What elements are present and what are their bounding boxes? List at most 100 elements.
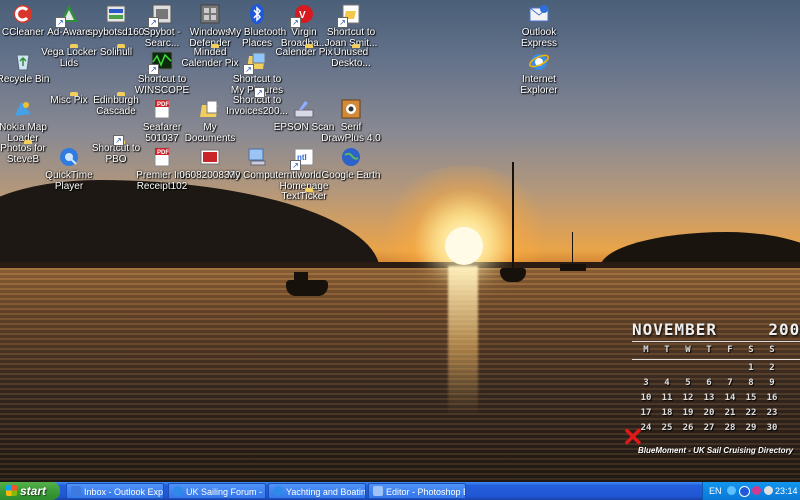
bluetooth-icon: [246, 3, 268, 25]
outlook-express-icon: [528, 3, 550, 25]
system-tray: EN 23:14: [702, 482, 800, 500]
calendar-day: [699, 362, 719, 375]
windows-defender-icon: [199, 3, 221, 25]
start-label: start: [20, 484, 47, 498]
winscope-icon: [148, 50, 173, 75]
ad-aware-icon: [55, 3, 80, 28]
calendar-day: [720, 362, 740, 375]
calendar-day: 5: [685, 378, 691, 388]
calendar-day: 30: [766, 423, 778, 433]
svg-text:ntl: ntl: [297, 153, 307, 162]
calendar-day: [657, 362, 677, 375]
calendar-days: 1 2 3 4 5 6 7 8 9 10 11 12 13 14 15 16 17 18 19 20 21 22 23 24 2…: [636, 362, 800, 435]
calendar-weekday: W: [685, 345, 691, 355]
calendar-day: 23: [766, 408, 778, 418]
calendar-header: NOVEMBER 2008: [632, 320, 800, 339]
nokia-map-icon: [12, 98, 34, 120]
google-earth-icon: [340, 146, 362, 168]
calendar-day: 29: [745, 423, 757, 433]
calendar-day: 28: [724, 423, 736, 433]
calendar-day: 22: [745, 408, 757, 418]
sun: [445, 227, 483, 265]
svg-text:PDF: PDF: [157, 102, 169, 108]
calendar-day: 14: [724, 393, 736, 403]
epson-scan-icon: [293, 98, 315, 120]
calendar-year: 2008: [768, 320, 800, 339]
virgin-icon: V: [290, 3, 315, 28]
calendar-weekday: M: [643, 345, 649, 355]
calendar-caption: BlueMoment - UK Sail Cruising Directory: [638, 446, 794, 455]
calendar-day: 11: [661, 393, 673, 403]
calendar-day: [636, 362, 656, 375]
calendar-day: 7: [727, 378, 733, 388]
my-computer-icon: [246, 146, 268, 168]
calendar-day: 3: [643, 378, 649, 388]
network-icon[interactable]: [727, 486, 736, 495]
windows-flag-icon: [6, 485, 17, 496]
calendar-day: 8: [748, 378, 754, 388]
calendar-day: 12: [682, 393, 694, 403]
sailboat-hull: [500, 268, 526, 282]
spybot-installer-icon: [105, 3, 127, 25]
calendar-day: 1: [748, 363, 754, 373]
image-file-icon: [199, 146, 221, 168]
calendar-day: 15: [745, 393, 757, 403]
calendar-day: 21: [724, 408, 736, 418]
pdf-icon: PDF: [151, 98, 173, 120]
svg-text:PDF: PDF: [157, 150, 169, 156]
photoshop-icon: [373, 486, 383, 496]
desktop-icon-outlook-express[interactable]: Outlook Express: [507, 0, 571, 49]
calendar-day: [678, 362, 698, 375]
desktop-icon-internet-explorer[interactable]: Internet Explorer: [507, 47, 571, 96]
sun-reflection: [448, 266, 478, 416]
distant-boat: [560, 264, 586, 271]
calendar-divider: [632, 359, 800, 360]
calendar-day: 10: [640, 393, 652, 403]
desktop-icon-textticker[interactable]: TextTicker: [272, 191, 336, 202]
calendar-divider: [632, 341, 800, 342]
taskbar-button-yachting-and-boating[interactable]: Yachting and Boating ...: [268, 483, 366, 499]
clock[interactable]: 23:14: [775, 482, 798, 500]
calendar-weekday: S: [748, 345, 754, 355]
wallpaper-calendar: NOVEMBER 2008 MTWTFSS 123456789101112131…: [622, 320, 800, 455]
calendar-day: 18: [661, 408, 673, 418]
calendar-weekday: S: [769, 345, 775, 355]
small-boat-cabin: [294, 272, 308, 281]
taskbar: start Inbox - Outlook Expr... UK Sailing…: [0, 482, 800, 500]
calendar-day: 26: [682, 423, 694, 433]
taskbar-button-outlook-inbox[interactable]: Inbox - Outlook Expr...: [66, 483, 164, 499]
calendar-month: NOVEMBER: [632, 320, 718, 339]
internet-explorer-icon: [273, 486, 283, 496]
taskbar-button-uk-sailing-forum[interactable]: UK Sailing Forum - Bl...: [168, 483, 266, 499]
my-pictures-icon: [243, 50, 268, 75]
desktop-icon-shortcut-joan-smith[interactable]: Shortcut to Joan Smit...: [319, 0, 383, 49]
calendar-day: 6: [706, 378, 712, 388]
pdf-icon: PDF: [151, 146, 173, 168]
bluetooth-icon[interactable]: [739, 486, 750, 497]
calendar-day: 27: [703, 423, 715, 433]
taskbar-button-photoshop-editor[interactable]: Editor - Photoshop El...: [368, 483, 466, 499]
calendar-day: 20: [703, 408, 715, 418]
calendar-day: 17: [640, 408, 652, 418]
volume-icon[interactable]: [764, 486, 773, 495]
small-boat: [286, 280, 328, 296]
desktop-icon-serif-drawplus[interactable]: Serif DrawPlus 4.0: [319, 95, 383, 144]
security-icon[interactable]: [752, 486, 761, 495]
svg-text:V: V: [299, 10, 306, 21]
recycle-bin-icon: [12, 50, 34, 72]
distant-mast: [572, 232, 573, 268]
language-indicator[interactable]: EN: [709, 482, 722, 500]
start-button[interactable]: start: [0, 482, 60, 500]
my-documents-icon: [199, 98, 221, 120]
internet-explorer-icon: [528, 50, 550, 72]
calendar-weekdays: MTWTFSS: [636, 344, 800, 357]
spybot-icon: [148, 3, 173, 28]
shortcut-icon: [337, 3, 362, 28]
calendar-day: 13: [703, 393, 715, 403]
ntl-icon: ntl: [290, 146, 315, 171]
desktop-icon-unused-desktop[interactable]: Unused Deskto...: [319, 47, 383, 69]
desktop-icon-google-earth[interactable]: Google Earth: [319, 143, 383, 181]
calendar-day: 9: [769, 378, 775, 388]
sailboat-mast: [512, 162, 514, 274]
internet-explorer-icon: [173, 486, 183, 496]
